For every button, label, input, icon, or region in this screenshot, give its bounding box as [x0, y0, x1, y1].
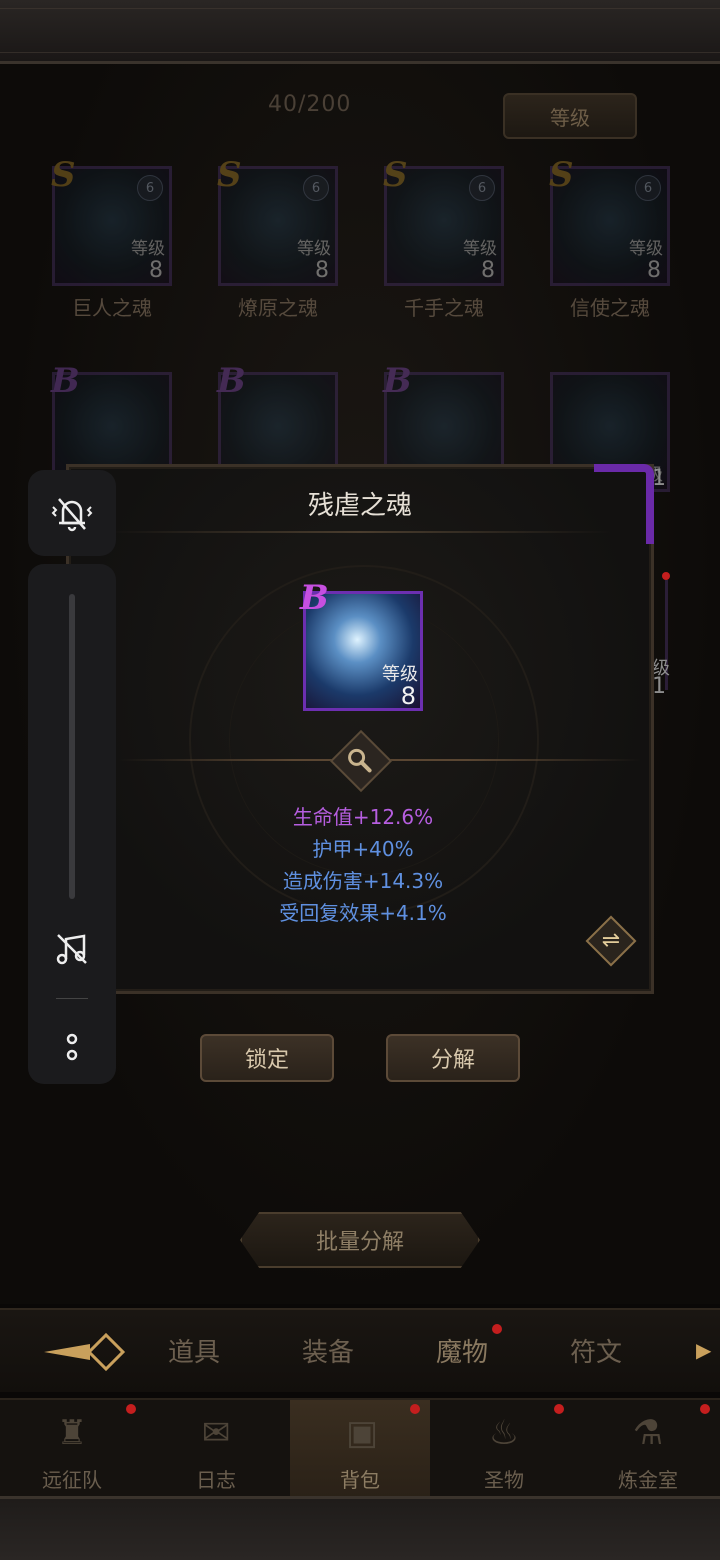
level-label: 等级: [463, 239, 497, 259]
nav-badge-dot: [410, 1404, 420, 1414]
tab-monsters[interactable]: 魔物: [436, 1332, 488, 1369]
nav-journal[interactable]: ✉ 日志: [144, 1400, 288, 1498]
volume-panel: [28, 564, 116, 1084]
mute-panel: [28, 470, 116, 556]
tab-items[interactable]: 道具: [168, 1332, 220, 1369]
nav-label: 远征队: [42, 1468, 102, 1492]
chest-icon: ▣: [345, 1413, 379, 1453]
soul-name: 千手之魂: [404, 296, 484, 320]
alchemy-icon: ⚗: [632, 1413, 664, 1453]
nav-badge-dot: [700, 1404, 710, 1414]
nav-label: 炼金室: [618, 1468, 678, 1492]
soul-detail-card: B 等级 8: [300, 578, 423, 711]
level-value: 1: [652, 466, 666, 491]
nav-badge-dot: [126, 1404, 136, 1414]
star-count-icon: 6: [303, 175, 329, 201]
sort-by-level-button[interactable]: 等级: [503, 93, 637, 139]
tab-runes[interactable]: 符文: [570, 1332, 622, 1369]
more-options-icon[interactable]: [28, 1022, 116, 1072]
level-value: 8: [315, 258, 329, 283]
nav-backpack[interactable]: ▣ 背包: [290, 1400, 430, 1498]
decompose-button[interactable]: 分解: [386, 1034, 520, 1082]
back-arrow-icon[interactable]: [40, 1332, 130, 1372]
soul-name: 巨人之魂: [72, 296, 152, 320]
tab-badge-dot: [492, 1324, 502, 1334]
nav-label: 圣物: [484, 1468, 524, 1492]
soul-name: 燎原之魂: [238, 296, 318, 320]
soul-card-thousand-hands[interactable]: S 6 等级 8: [383, 155, 504, 286]
panel-divider: [56, 998, 88, 999]
title-divider: [109, 531, 611, 533]
dialog-title: 残虐之魂: [307, 491, 412, 521]
soul-card-prairie[interactable]: S 6 等级 8: [217, 155, 338, 286]
nav-expedition[interactable]: ♜ 远征队: [0, 1400, 144, 1498]
soul-detail-dialog: 残虐之魂 B 等级 8 生命值+12.6% 护甲+40% 造成伤害+14.3% …: [66, 464, 654, 994]
soul-card-giant[interactable]: S 6 等级 8: [51, 155, 172, 286]
soul-name: 信使之魂: [570, 296, 650, 320]
nav-alchemy[interactable]: ⚗ 炼金室: [576, 1400, 720, 1498]
grade-badge: S: [51, 155, 76, 195]
star-count-icon: 6: [635, 175, 661, 201]
level-value: 8: [149, 258, 163, 283]
stat-line: 受回复效果+4.1%: [279, 901, 447, 925]
stat-line: 护甲+40%: [312, 837, 414, 861]
level-label: 等级: [297, 239, 331, 259]
level-value: 1: [652, 674, 666, 699]
bottom-nav: ♜ 远征队 ✉ 日志 ▣ 背包 ♨ 圣物 ⚗ 炼金室: [0, 1398, 720, 1498]
new-badge-dot: [662, 572, 670, 580]
nav-relics[interactable]: ♨ 圣物: [432, 1400, 576, 1498]
vibrate-off-icon[interactable]: [28, 470, 116, 556]
grade-badge: B: [383, 361, 412, 401]
level-label: 等级: [131, 239, 165, 259]
tab-equipment[interactable]: 装备: [302, 1332, 354, 1369]
bag-capacity: 40/200: [268, 92, 352, 117]
stat-line: 造成伤害+14.3%: [282, 869, 444, 893]
grade-badge: S: [549, 155, 574, 195]
volume-slider[interactable]: [69, 594, 75, 899]
level-value: 8: [400, 682, 416, 710]
star-count-icon: 6: [469, 175, 495, 201]
helmet-icon: ♜: [56, 1413, 88, 1453]
category-tab-bar: 道具 装备 魔物 符文 ▶: [0, 1308, 720, 1392]
swap-arrows-icon: ⇌: [601, 928, 621, 953]
soul-card-messenger[interactable]: S 6 等级 8: [549, 155, 670, 286]
level-label: 等级: [629, 239, 663, 259]
music-off-icon[interactable]: [28, 924, 116, 974]
grade-badge: S: [383, 155, 408, 195]
level-value: 8: [647, 258, 661, 283]
lock-button[interactable]: 锁定: [200, 1034, 334, 1082]
grade-badge: B: [51, 361, 80, 401]
grade-badge: B: [300, 578, 329, 618]
nav-badge-dot: [554, 1404, 564, 1414]
level-value: 8: [481, 258, 495, 283]
nav-label: 背包: [340, 1468, 380, 1492]
grade-badge: B: [217, 361, 246, 401]
grade-badge: S: [217, 155, 242, 195]
scroll-right-icon[interactable]: ▶: [696, 1338, 711, 1362]
bottom-frame: [0, 1496, 720, 1560]
scroll-icon: ✉: [201, 1413, 231, 1453]
top-frame: [0, 0, 720, 64]
torch-icon: ♨: [488, 1413, 520, 1453]
stat-line: 生命值+12.6%: [292, 805, 434, 829]
star-count-icon: 6: [137, 175, 163, 201]
magnifier-icon: [346, 746, 374, 778]
batch-decompose-button[interactable]: 批量分解: [240, 1212, 480, 1268]
nav-label: 日志: [196, 1468, 236, 1492]
